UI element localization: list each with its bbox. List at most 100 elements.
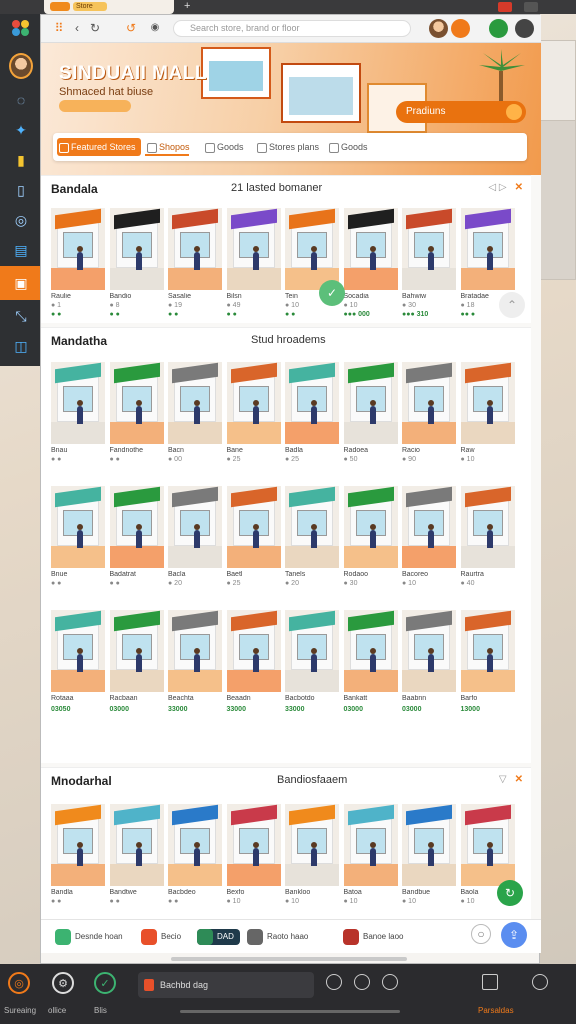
filter-desnde[interactable]: Desnde hoan: [55, 929, 123, 945]
dock-tool-3-icon[interactable]: [382, 974, 398, 990]
store-card[interactable]: Bacbotdo 33000: [285, 610, 339, 713]
export-icon[interactable]: ◫: [9, 334, 33, 358]
hero-cta-button[interactable]: Pradiuns: [396, 101, 526, 123]
next-icon[interactable]: ▷: [499, 182, 507, 193]
store-card[interactable]: Beaadn 33000: [226, 610, 281, 713]
store-card[interactable]: Bandtwe ● ●: [109, 804, 164, 907]
store-card[interactable]: Bankatt 03000: [343, 610, 398, 713]
store-card[interactable]: Badla ● 25: [285, 362, 339, 465]
store-name: Sasalie: [168, 293, 191, 300]
dock-window-icon[interactable]: [482, 974, 498, 990]
dock-power-icon[interactable]: [532, 974, 548, 990]
new-tab-icon[interactable]: +: [184, 0, 190, 13]
store-card[interactable]: Bnue ● ●: [51, 486, 105, 589]
store-card[interactable]: Bandio ● 8 ● ●: [109, 208, 164, 318]
filter-raoto[interactable]: Raoto haao: [247, 929, 308, 945]
extension-icon[interactable]: [489, 19, 508, 38]
store-card[interactable]: Bacn ● 00: [168, 362, 222, 465]
store-card[interactable]: Raulie ● 1 ● ●: [51, 208, 105, 318]
tab-goods-2[interactable]: Goods: [327, 138, 368, 156]
store-card[interactable]: Bacla ● 20: [168, 486, 222, 589]
home-icon[interactable]: ↺: [123, 20, 139, 36]
url-input[interactable]: Search store, brand or floor: [173, 20, 411, 37]
store-card[interactable]: Bane ● 25: [226, 362, 281, 465]
expand-icon[interactable]: ⤡: [9, 304, 33, 328]
grid-icon[interactable]: ⠿: [51, 20, 67, 36]
settings-icon[interactable]: [515, 19, 534, 38]
store-card[interactable]: Fandnothe ● ●: [109, 362, 164, 465]
book-icon[interactable]: ▯: [9, 178, 33, 202]
dock-app-1-icon[interactable]: ◎: [8, 972, 30, 994]
section-subtitle: 21 lasted bomaner: [231, 182, 323, 194]
dock-tool-1-icon[interactable]: [326, 974, 342, 990]
refresh-icon[interactable]: ↻: [497, 880, 523, 906]
upload-icon[interactable]: ⇪: [501, 922, 527, 948]
store-card[interactable]: Radoea ● 50: [343, 362, 398, 465]
store-card[interactable]: Bexfo ● 10: [226, 804, 281, 907]
tab-title[interactable]: Store: [73, 2, 107, 11]
store-card[interactable]: Raw ● 10: [460, 362, 515, 465]
profile-avatar[interactable]: [429, 19, 448, 38]
dock-tool-2-icon[interactable]: [354, 974, 370, 990]
store-card[interactable]: Tanels ● 20: [285, 486, 339, 589]
window-menu-icon[interactable]: [524, 2, 538, 12]
filter-becio[interactable]: Becio: [141, 929, 181, 945]
store-name: Tanels: [285, 571, 306, 578]
back-icon[interactable]: ‹: [69, 20, 85, 36]
window-close-icon[interactable]: [498, 2, 512, 12]
toggle-icon[interactable]: ○: [471, 924, 491, 944]
close-icon[interactable]: ✕: [515, 774, 523, 785]
filter-dad[interactable]: DAD: [197, 929, 240, 945]
store-card[interactable]: Bacoreo ● 10: [402, 486, 456, 589]
store-card[interactable]: Badatrat ● ●: [109, 486, 164, 589]
run-icon[interactable]: ✦: [9, 118, 33, 142]
store-card[interactable]: Bandbue ● 10: [402, 804, 456, 907]
store-card[interactable]: Racio ● 90: [402, 362, 456, 465]
reload-icon[interactable]: ↻: [87, 20, 103, 36]
chat-icon[interactable]: ◌: [9, 88, 33, 112]
prev-icon[interactable]: ◁: [488, 182, 496, 193]
store-card[interactable]: Beachta 33000: [168, 610, 222, 713]
store-thumbnail: [109, 610, 164, 692]
store-card[interactable]: Bandla ● ●: [51, 804, 105, 907]
store-card[interactable]: Rotaaa 03050: [51, 610, 105, 713]
tab-store-plans[interactable]: Stores plans: [255, 138, 319, 156]
dock-app-2-icon[interactable]: ⚙: [52, 972, 74, 994]
store-card[interactable]: Sasalie ● 19 ● ●: [168, 208, 222, 318]
dock-app-3-icon[interactable]: ✓: [94, 972, 116, 994]
store-card[interactable]: Batoa ● 10: [343, 804, 398, 907]
store-card[interactable]: Baetl ● 25: [226, 486, 281, 589]
add-store-icon[interactable]: ✓: [319, 280, 345, 306]
store-meta: ● 30: [343, 580, 358, 587]
store-card[interactable]: Socadia ● 10 ●●● 000: [343, 208, 398, 318]
note-icon[interactable]: ▮: [9, 148, 33, 172]
store-card[interactable]: Baabnn 03000: [402, 610, 456, 713]
dock-search[interactable]: Bachbd dag: [138, 972, 314, 998]
store-name: Bnau: [51, 447, 68, 454]
app-logo-icon[interactable]: [9, 16, 33, 40]
close-icon[interactable]: ✕: [515, 182, 523, 193]
more-icon[interactable]: ⌃: [499, 292, 525, 318]
filter-banoe[interactable]: Banoe laoo: [343, 929, 403, 945]
mall-nav-icon[interactable]: ▣: [0, 266, 42, 300]
user-avatar[interactable]: [9, 53, 33, 79]
filter-icon[interactable]: ▽: [499, 774, 507, 785]
notification-icon[interactable]: [451, 19, 470, 38]
store-card[interactable]: Bilsn ● 49 ● ●: [226, 208, 281, 318]
tab-goods[interactable]: Goods: [203, 138, 244, 156]
store-card[interactable]: Bnau ● ●: [51, 362, 105, 465]
store-meta: ● 10: [343, 302, 358, 309]
store-card[interactable]: Bacbdeo ● ●: [168, 804, 222, 907]
store-card[interactable]: Barfo 13000: [460, 610, 515, 713]
horizontal-scrollbar[interactable]: [171, 957, 407, 961]
store-card[interactable]: Bahwiw ● 30 ●●● 310: [402, 208, 456, 318]
store-list-icon[interactable]: ▤: [9, 238, 33, 262]
store-card[interactable]: Rodaoo ● 30: [343, 486, 398, 589]
store-card[interactable]: Raurtra ● 40: [460, 486, 515, 589]
store-card[interactable]: Bankloo ● 10: [285, 804, 339, 907]
section-subtitle: Bandiosfaaem: [277, 774, 348, 786]
tab-shops[interactable]: Shopos: [145, 138, 190, 156]
compass-icon[interactable]: ◎: [9, 208, 33, 232]
store-card[interactable]: Racbaan 03000: [109, 610, 164, 713]
tab-featured[interactable]: Featured Stores: [57, 138, 141, 156]
